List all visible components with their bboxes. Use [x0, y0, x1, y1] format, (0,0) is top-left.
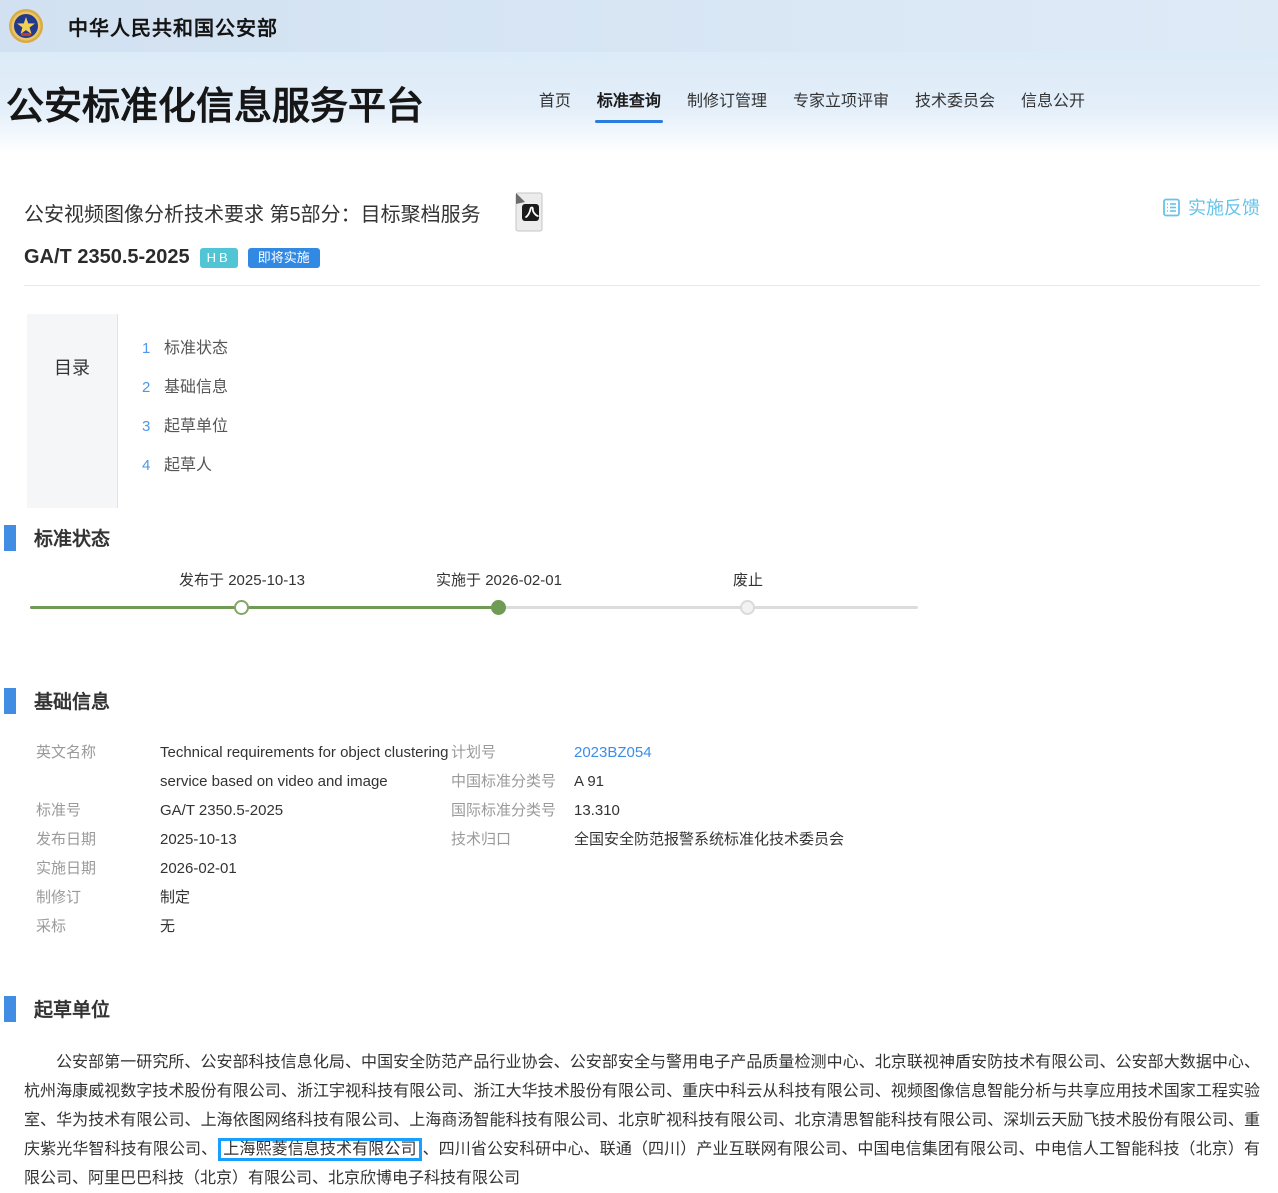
toc-item-drafters[interactable]: 4 起草人 [142, 451, 228, 490]
toc-item-drafting-units[interactable]: 3 起草单位 [142, 412, 228, 451]
gov-topbar: 中华人民共和国公安部 [0, 0, 1278, 52]
section-bar [4, 688, 16, 714]
timeline-label-abolished: 废止 [733, 569, 763, 590]
info-value-implement-date: 2026-02-01 [160, 854, 451, 883]
info-label: 标准号 [36, 796, 160, 825]
toc: 目录 1 标准状态 2 基础信息 3 起草单位 4 起草人 [27, 314, 1260, 508]
nav-item-tech-committee[interactable]: 技术委员会 [915, 87, 995, 123]
info-label: 计划号 [451, 738, 574, 767]
police-emblem-logo [8, 8, 44, 44]
section-standard-status: 标准状态 [0, 524, 1278, 551]
feedback-label: 实施反馈 [1188, 194, 1260, 220]
info-row-revision-type: 制修订 制定 [36, 883, 451, 912]
status-badge: 即将实施 [248, 248, 320, 268]
toc-item-basic-info[interactable]: 2 基础信息 [142, 373, 228, 412]
info-label: 采标 [36, 912, 160, 941]
section-drafting-units: 起草单位 [0, 995, 1278, 1022]
info-row-ics-class: 国际标准分类号 13.310 [451, 796, 1278, 825]
info-row-english-name: 英文名称 Technical requirements for object c… [36, 738, 451, 796]
timeline-label-published: 发布于 2025-10-13 [179, 569, 305, 590]
toc-item-label: 标准状态 [164, 334, 228, 358]
toc-item-number: 3 [142, 418, 158, 435]
toc-item-label: 基础信息 [164, 373, 228, 397]
drafting-units-paragraph: 公安部第一研究所、公安部科技信息化局、中国安全防范产品行业协会、公安部安全与警用… [24, 1048, 1260, 1193]
info-value-china-class: A 91 [574, 767, 604, 796]
info-value-english-name: Technical requirements for object cluste… [160, 738, 451, 796]
section-basic-info: 基础信息 [0, 687, 1278, 714]
toc-item-number: 4 [142, 457, 158, 474]
plan-number-link[interactable]: 2023BZ054 [574, 738, 652, 767]
info-value-revision-type: 制定 [160, 883, 451, 912]
info-label: 国际标准分类号 [451, 796, 574, 825]
toc-item-label: 起草单位 [164, 412, 228, 436]
info-value-adoption: 无 [160, 912, 451, 941]
standard-number: GA/T 2350.5-2025 [24, 246, 190, 269]
info-row-publish-date: 发布日期 2025-10-13 [36, 825, 451, 854]
info-label: 英文名称 [36, 738, 160, 796]
info-value-ics-class: 13.310 [574, 796, 620, 825]
info-label: 实施日期 [36, 854, 160, 883]
section-bar [4, 996, 16, 1022]
info-row-adoption: 采标 无 [36, 912, 451, 941]
toc-item-number: 1 [142, 340, 158, 357]
info-label: 制修订 [36, 883, 160, 912]
highlighted-company: 上海熙菱信息技术有限公司 [218, 1138, 421, 1161]
platform-title: 公安标准化信息服务平台 [6, 75, 424, 130]
info-value-publish-date: 2025-10-13 [160, 825, 451, 854]
section-title-standard-status: 标准状态 [34, 524, 110, 551]
standard-number-row: GA/T 2350.5-2025 HB 即将实施 [0, 246, 1278, 269]
feedback-form-icon [1162, 198, 1181, 217]
doc-title-row: 公安视频图像分析技术要求 第5部分：目标聚档服务 实施反馈 [0, 192, 1278, 232]
timeline-node-abolished [740, 600, 755, 615]
main-nav: 首页 标准查询 制修订管理 专家立项评审 技术委员会 信息公开 [539, 87, 1278, 123]
pdf-file-icon[interactable] [513, 192, 547, 232]
info-label: 发布日期 [36, 825, 160, 854]
status-timeline: 发布于 2025-10-13 实施于 2026-02-01 废止 [0, 569, 1278, 631]
section-title-basic-info: 基础信息 [34, 687, 110, 714]
toc-item-standard-status[interactable]: 1 标准状态 [142, 334, 228, 373]
nav-item-expert-review[interactable]: 专家立项评审 [793, 87, 889, 123]
nav-item-info-disclosure[interactable]: 信息公开 [1021, 87, 1085, 123]
timeline-node-implemented [491, 600, 506, 615]
info-row-tech-committee: 技术归口 全国安全防范报警系统标准化技术委员会 [451, 825, 1278, 854]
nav-item-standard-query[interactable]: 标准查询 [597, 87, 661, 123]
toc-item-number: 2 [142, 379, 158, 396]
toc-title: 目录 [27, 314, 118, 508]
info-row-standard-no: 标准号 GA/T 2350.5-2025 [36, 796, 451, 825]
basic-info-grid: 英文名称 Technical requirements for object c… [0, 738, 1278, 941]
info-value-standard-no: GA/T 2350.5-2025 [160, 796, 451, 825]
toc-item-label: 起草人 [164, 451, 212, 475]
timeline-node-published [234, 600, 249, 615]
timeline-label-implemented: 实施于 2026-02-01 [436, 569, 562, 590]
info-label: 技术归口 [451, 825, 574, 854]
implementation-feedback-link[interactable]: 实施反馈 [1162, 194, 1260, 220]
toc-list: 1 标准状态 2 基础信息 3 起草单位 4 起草人 [118, 314, 228, 508]
gov-site-name: 中华人民共和国公安部 [68, 12, 278, 41]
info-row-implement-date: 实施日期 2026-02-01 [36, 854, 451, 883]
section-title-drafting-units: 起草单位 [34, 995, 110, 1022]
info-row-china-class: 中国标准分类号 A 91 [451, 767, 1278, 796]
hb-badge: HB [200, 248, 238, 268]
standard-title: 公安视频图像分析技术要求 第5部分：目标聚档服务 [24, 198, 481, 227]
timeline-progress-line [30, 606, 499, 609]
info-label: 中国标准分类号 [451, 767, 574, 796]
divider [24, 285, 1260, 286]
section-bar [4, 525, 16, 551]
platform-header: 公安标准化信息服务平台 首页 标准查询 制修订管理 专家立项评审 技术委员会 信… [0, 52, 1278, 152]
info-value-tech-committee: 全国安全防范报警系统标准化技术委员会 [574, 825, 844, 854]
info-row-plan-no: 计划号 2023BZ054 [451, 738, 1278, 767]
nav-item-home[interactable]: 首页 [539, 87, 571, 123]
nav-item-revision-mgmt[interactable]: 制修订管理 [687, 87, 767, 123]
